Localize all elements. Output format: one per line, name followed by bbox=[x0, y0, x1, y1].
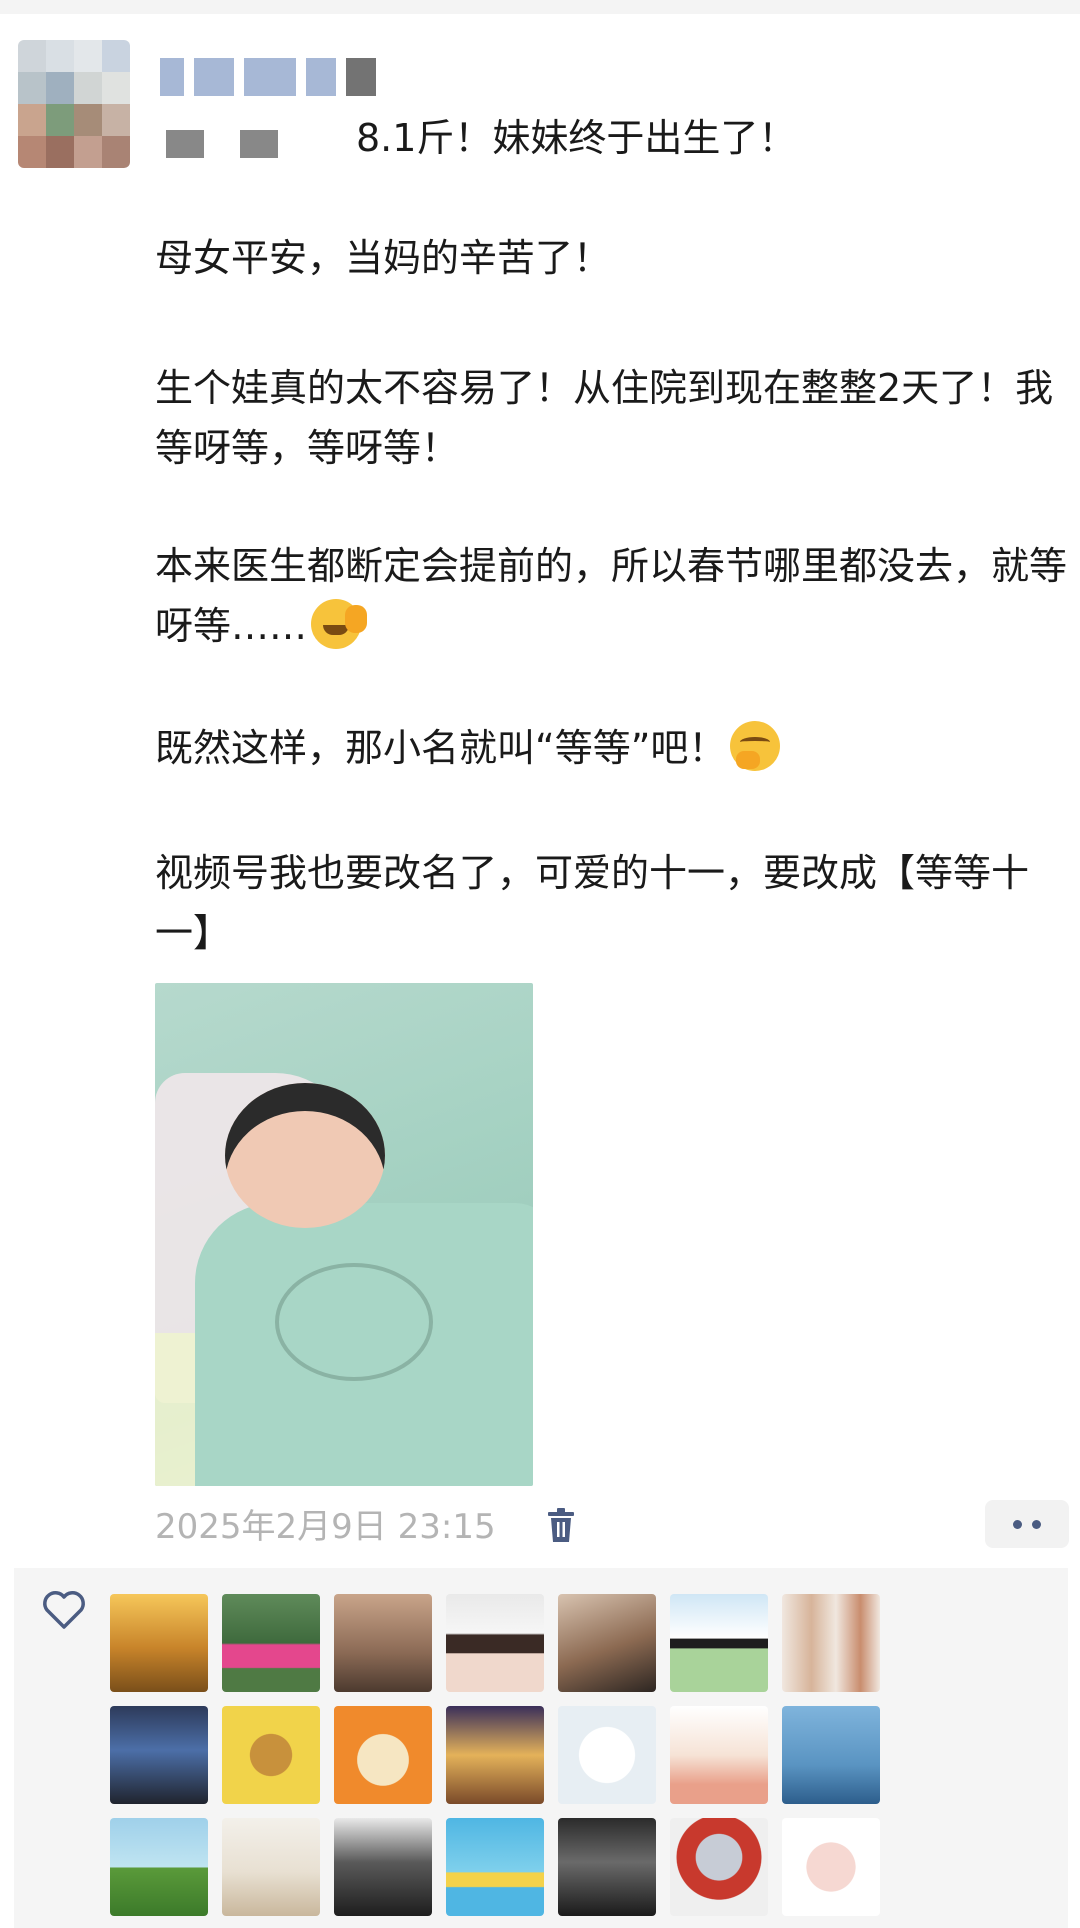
facepalm-emoji-icon bbox=[311, 599, 368, 649]
more-dot-2 bbox=[1032, 1519, 1041, 1529]
likes-panel bbox=[14, 1568, 1068, 1928]
post-paragraph-3-text: 本来医生都断定会提前的，所以春节哪里都没去，就等呀等…… bbox=[155, 544, 1068, 648]
liker-avatar[interactable] bbox=[446, 1818, 544, 1916]
avatar[interactable] bbox=[18, 40, 130, 168]
liker-avatar[interactable] bbox=[670, 1818, 768, 1916]
post-timestamp: 2025年2月9日 23:15 bbox=[155, 1507, 496, 1547]
liker-avatar[interactable] bbox=[222, 1594, 320, 1692]
liker-avatar[interactable] bbox=[558, 1706, 656, 1804]
liker-avatar[interactable] bbox=[670, 1706, 768, 1804]
post-paragraph-4: 既然这样，那小名就叫“等等”吧！ bbox=[155, 718, 1080, 778]
liker-avatar[interactable] bbox=[558, 1818, 656, 1916]
post-paragraph-2: 生个娃真的太不容易了！从住院到现在整整2天了！我等呀等，等呀等！ bbox=[155, 366, 1054, 470]
liker-avatar[interactable] bbox=[782, 1818, 880, 1916]
username-blurred[interactable] bbox=[160, 52, 376, 96]
liker-avatar[interactable] bbox=[334, 1818, 432, 1916]
liker-avatar[interactable] bbox=[558, 1594, 656, 1692]
liker-avatar[interactable] bbox=[782, 1594, 880, 1692]
liker-avatar[interactable] bbox=[334, 1706, 432, 1804]
liker-avatar[interactable] bbox=[110, 1818, 208, 1916]
post-paragraph-4-text: 既然这样，那小名就叫“等等”吧！ bbox=[155, 726, 727, 770]
post-paragraph-1: 母女平安，当妈的辛苦了！ bbox=[155, 236, 612, 280]
liker-avatar[interactable] bbox=[222, 1706, 320, 1804]
liker-avatar[interactable] bbox=[222, 1818, 320, 1916]
post-paragraph-5: 视频号我也要改名了，可爱的十一，要改成【等等十一】 bbox=[155, 851, 1030, 955]
liker-avatar[interactable] bbox=[334, 1594, 432, 1692]
baby-head bbox=[225, 1083, 385, 1228]
liker-avatar[interactable] bbox=[446, 1594, 544, 1692]
liker-avatar[interactable] bbox=[110, 1706, 208, 1804]
avatar-mosaic bbox=[18, 40, 130, 168]
heart-icon bbox=[43, 1591, 85, 1629]
liker-avatar[interactable] bbox=[110, 1594, 208, 1692]
liker-avatar[interactable] bbox=[782, 1706, 880, 1804]
liker-avatar[interactable] bbox=[670, 1594, 768, 1692]
thinking-emoji-icon bbox=[730, 721, 781, 771]
post-paragraph-3: 本来医生都断定会提前的，所以春节哪里都没去，就等呀等…… bbox=[155, 536, 1080, 656]
trash-icon[interactable] bbox=[546, 1508, 576, 1544]
more-dots-button[interactable] bbox=[985, 1500, 1069, 1548]
meta-blurred bbox=[166, 130, 278, 158]
post-photo[interactable] bbox=[155, 983, 533, 1486]
liker-avatar[interactable] bbox=[446, 1706, 544, 1804]
liker-avatar-grid bbox=[110, 1594, 880, 1916]
more-dot-1 bbox=[1013, 1519, 1022, 1529]
post-title: 8.1斤！妹妹终于出生了！ bbox=[356, 116, 797, 160]
top-divider bbox=[0, 0, 1080, 14]
